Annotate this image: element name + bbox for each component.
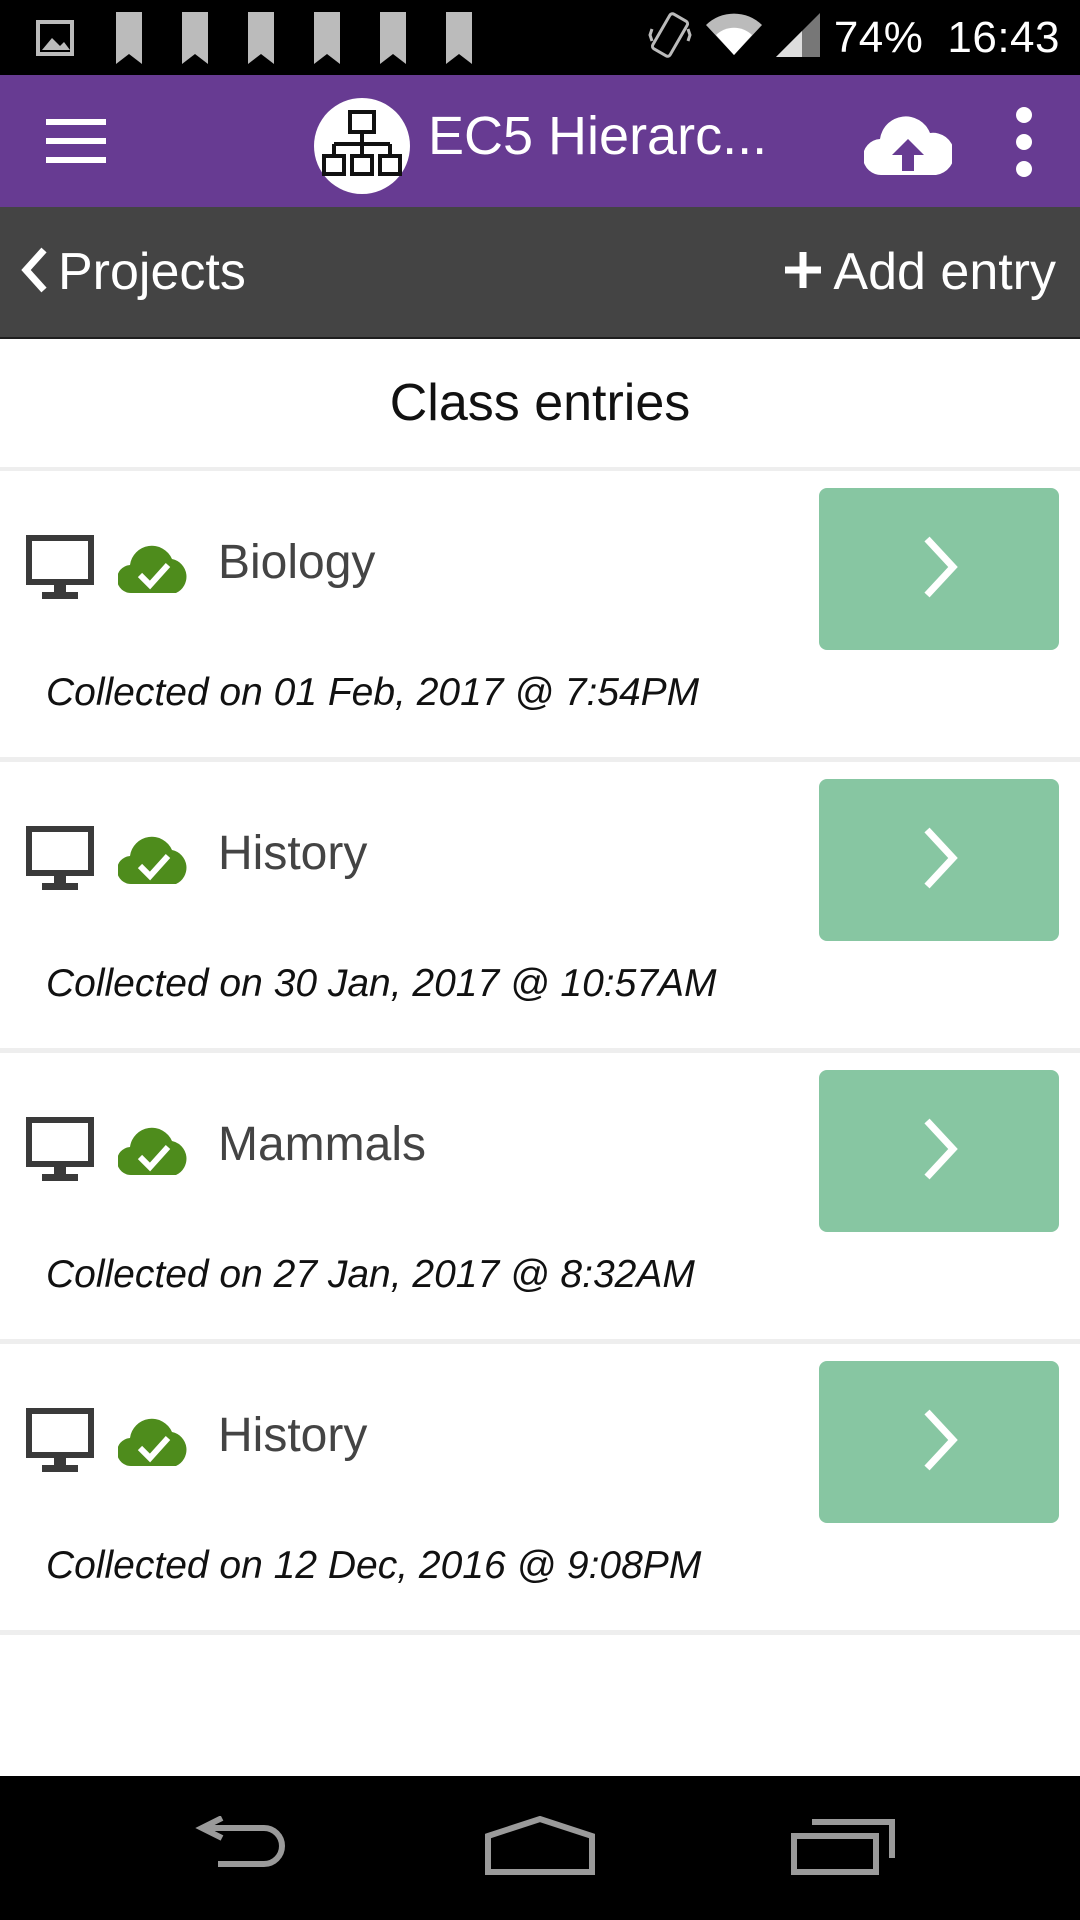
recents-nav-icon[interactable]	[790, 1816, 896, 1881]
bookmark-icon	[380, 12, 406, 69]
entry-collected-date: Collected on 27 Jan, 2017 @ 8:32AM	[46, 1253, 695, 1296]
app-title: EC5 Hierarc...	[428, 106, 768, 166]
projects-back-label: Projects	[58, 243, 246, 301]
page-title: Class entries	[0, 339, 1080, 471]
entry-collected-date: Collected on 01 Feb, 2017 @ 7:54PM	[46, 671, 700, 714]
entry-title: Mammals	[218, 1118, 427, 1171]
desktop-icon	[26, 826, 94, 892]
signal-icon	[775, 13, 820, 62]
cloud-upload-icon[interactable]	[862, 113, 955, 177]
desktop-icon	[26, 1117, 94, 1183]
hamburger-menu-icon[interactable]	[44, 115, 108, 167]
cloud-synced-icon	[116, 834, 192, 886]
view-entry-button[interactable]	[819, 488, 1059, 650]
system-status: 74% 16:43	[648, 0, 1060, 75]
add-entry-button[interactable]: Add entry	[783, 207, 1056, 337]
bookmark-icon	[116, 12, 142, 69]
entry-title: Biology	[218, 536, 376, 589]
list-item[interactable]: Mammals Collected on 27 Jan, 2017 @ 8:32…	[0, 1053, 1080, 1344]
bookmark-icon	[446, 12, 472, 69]
chevron-right-icon	[919, 1408, 959, 1477]
bookmark-icon	[248, 12, 274, 69]
wifi-icon	[705, 13, 762, 62]
clock: 16:43	[947, 12, 1060, 62]
chevron-left-icon	[20, 246, 50, 299]
bookmark-icon	[182, 12, 208, 69]
image-notification-icon	[36, 18, 76, 63]
back-nav-icon[interactable]	[188, 1815, 292, 1881]
cloud-synced-icon	[116, 1416, 192, 1468]
entry-collected-date: Collected on 30 Jan, 2017 @ 10:57AM	[46, 962, 717, 1005]
desktop-icon	[26, 535, 94, 601]
add-entry-label: Add entry	[833, 243, 1056, 301]
vibrate-icon	[648, 11, 692, 64]
chevron-right-icon	[919, 826, 959, 895]
view-entry-button[interactable]	[819, 1361, 1059, 1523]
navigation-bar: Projects Add entry	[0, 207, 1080, 339]
home-nav-icon[interactable]	[484, 1815, 596, 1881]
view-entry-button[interactable]	[819, 779, 1059, 941]
app-bar: EC5 Hierarc...	[0, 75, 1080, 207]
cloud-synced-icon	[116, 543, 192, 595]
hierarchy-logo-icon	[314, 98, 410, 194]
cloud-synced-icon	[116, 1125, 192, 1177]
projects-back-button[interactable]: Projects	[20, 207, 246, 337]
view-entry-button[interactable]	[819, 1070, 1059, 1232]
chevron-right-icon	[919, 535, 959, 604]
battery-percent: 74%	[833, 12, 924, 62]
entry-title: History	[218, 1409, 368, 1462]
desktop-icon	[26, 1408, 94, 1474]
entry-collected-date: Collected on 12 Dec, 2016 @ 9:08PM	[46, 1544, 702, 1587]
list-item[interactable]: History Collected on 12 Dec, 2016 @ 9:08…	[0, 1344, 1080, 1635]
status-bar: 74% 16:43	[0, 0, 1080, 75]
bookmark-icon	[314, 12, 340, 69]
list-item[interactable]: Biology Collected on 01 Feb, 2017 @ 7:54…	[0, 471, 1080, 762]
system-nav-bar	[0, 1776, 1080, 1920]
more-vert-icon[interactable]	[1010, 105, 1038, 179]
entry-title: History	[218, 827, 368, 880]
notification-icons	[36, 12, 512, 69]
chevron-right-icon	[919, 1117, 959, 1186]
list-item[interactable]: History Collected on 30 Jan, 2017 @ 10:5…	[0, 762, 1080, 1053]
plus-icon	[783, 250, 823, 295]
